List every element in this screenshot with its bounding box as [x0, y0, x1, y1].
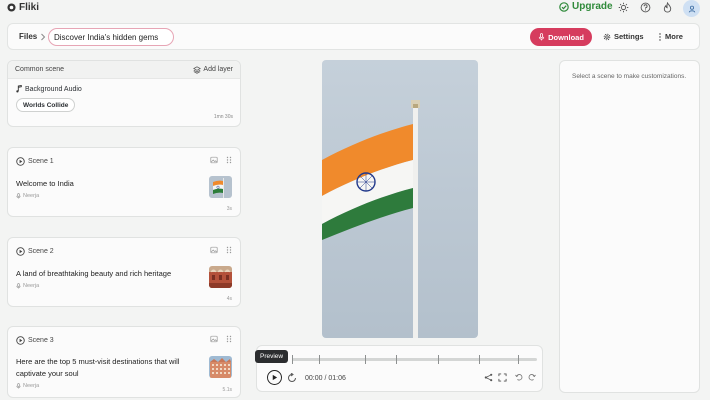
upgrade-button[interactable]: Upgrade — [559, 1, 613, 12]
preview-tooltip: Preview — [255, 350, 289, 363]
user-icon — [688, 5, 696, 13]
scene-card[interactable]: Scene 1 Welcome to India Neerja 3s — [7, 147, 241, 217]
scene-text[interactable]: Here are the top 5 must-visit destinatio… — [16, 356, 196, 380]
drag-handle-icon[interactable] — [226, 335, 232, 343]
total-duration: 1mn 30s — [213, 114, 233, 120]
scene-duration: 5.1s — [222, 387, 232, 393]
scene-header: Scene 3 — [16, 336, 54, 345]
play-circle-icon[interactable] — [16, 157, 25, 166]
scene-duration: 4s — [226, 296, 232, 302]
audio-track-chip[interactable]: Worlds Collide — [16, 98, 76, 112]
common-scene-header: Common scene Add layer — [8, 61, 240, 79]
microphone-icon — [16, 383, 21, 389]
image-icon[interactable] — [210, 335, 218, 343]
image-icon[interactable] — [210, 246, 218, 254]
files-breadcrumb[interactable]: Files — [19, 32, 37, 41]
timeline-marker — [518, 355, 519, 364]
scene-label: Scene 3 — [28, 337, 54, 344]
download-button[interactable]: Download — [530, 28, 592, 46]
top-bar: Fliki Upgrade — [0, 0, 710, 17]
voice-name: Neerja — [23, 283, 40, 289]
scene-duration: 3s — [226, 206, 232, 212]
user-avatar[interactable] — [683, 0, 700, 17]
play-button[interactable] — [267, 370, 282, 385]
image-icon[interactable] — [210, 156, 218, 164]
scene-label: Scene 1 — [28, 158, 54, 165]
scene-voice[interactable]: Neerja — [16, 193, 39, 199]
scene-text[interactable]: A land of breathtaking beauty and rich h… — [16, 268, 196, 280]
common-scene-card[interactable]: Common scene Add layer Background Audio … — [7, 60, 241, 127]
background-audio-row[interactable]: Background Audio — [16, 85, 82, 93]
scene-card[interactable]: Scene 3 Here are the top 5 must-visit de… — [7, 326, 241, 398]
share-icon[interactable] — [484, 373, 493, 382]
scene-voice[interactable]: Neerja — [16, 383, 39, 389]
video-preview[interactable] — [322, 60, 478, 338]
gear-icon — [603, 33, 611, 41]
microphone-icon — [16, 193, 21, 199]
timeline-marker — [479, 355, 480, 364]
common-scene-title: Common scene — [15, 66, 65, 73]
player-controls: 00:00 / 01:06 — [256, 345, 543, 392]
redo-icon[interactable] — [528, 373, 536, 381]
sun-icon[interactable] — [618, 2, 630, 14]
scene-label: Scene 2 — [28, 248, 54, 255]
background-audio-label: Background Audio — [25, 85, 82, 93]
drag-handle-icon[interactable] — [226, 156, 232, 164]
download-label: Download — [548, 32, 584, 42]
scene-text[interactable]: Welcome to India — [16, 178, 196, 190]
files-bar: Files Download Settings More — [7, 23, 700, 50]
scene-thumbnail[interactable] — [209, 356, 232, 378]
scene-thumbnail[interactable] — [209, 176, 232, 198]
scene-thumbnail[interactable] — [209, 266, 232, 288]
app-logo[interactable]: Fliki — [7, 2, 39, 13]
scene-header: Scene 1 — [16, 157, 54, 166]
microphone-icon — [538, 33, 545, 41]
timeline-marker — [292, 355, 293, 364]
more-label: More — [665, 32, 683, 41]
upgrade-label: Upgrade — [572, 1, 613, 12]
play-circle-icon[interactable] — [16, 247, 25, 256]
customization-panel: Select a scene to make customizations. — [559, 60, 700, 393]
add-layer-button[interactable]: Add layer — [193, 65, 233, 74]
timeline-marker — [396, 355, 397, 364]
add-layer-label: Add layer — [203, 66, 233, 73]
timeline-marker — [319, 355, 320, 364]
scene-header: Scene 2 — [16, 247, 54, 256]
fire-icon[interactable] — [662, 2, 674, 14]
fliki-logo-icon — [7, 3, 16, 12]
drag-handle-icon[interactable] — [226, 246, 232, 254]
timeline-marker — [438, 355, 439, 364]
play-circle-icon[interactable] — [16, 336, 25, 345]
more-button[interactable]: More — [659, 32, 683, 41]
scene-card[interactable]: Scene 2 A land of breathtaking beauty an… — [7, 237, 241, 307]
settings-label: Settings — [614, 32, 644, 41]
microphone-icon — [16, 283, 21, 289]
timeline-marker — [365, 355, 366, 364]
scene-voice[interactable]: Neerja — [16, 283, 39, 289]
fullscreen-icon[interactable] — [498, 373, 507, 382]
help-icon[interactable] — [640, 2, 652, 14]
replay-icon[interactable] — [287, 373, 297, 383]
app-name: Fliki — [19, 2, 40, 13]
project-title-input[interactable] — [48, 28, 174, 46]
voice-name: Neerja — [23, 383, 40, 389]
play-icon — [271, 374, 278, 381]
vertical-dots-icon — [659, 32, 661, 41]
voice-name: Neerja — [23, 193, 40, 199]
panel-hint: Select a scene to make customizations. — [572, 73, 687, 80]
undo-icon[interactable] — [515, 373, 523, 381]
time-display: 00:00 / 01:06 — [305, 375, 346, 382]
music-note-icon — [16, 85, 22, 93]
settings-button[interactable]: Settings — [603, 32, 644, 41]
check-circle-icon — [559, 1, 569, 12]
layers-icon — [193, 65, 202, 74]
timeline-scrubber[interactable] — [292, 355, 537, 364]
chevron-right-icon — [40, 33, 46, 41]
